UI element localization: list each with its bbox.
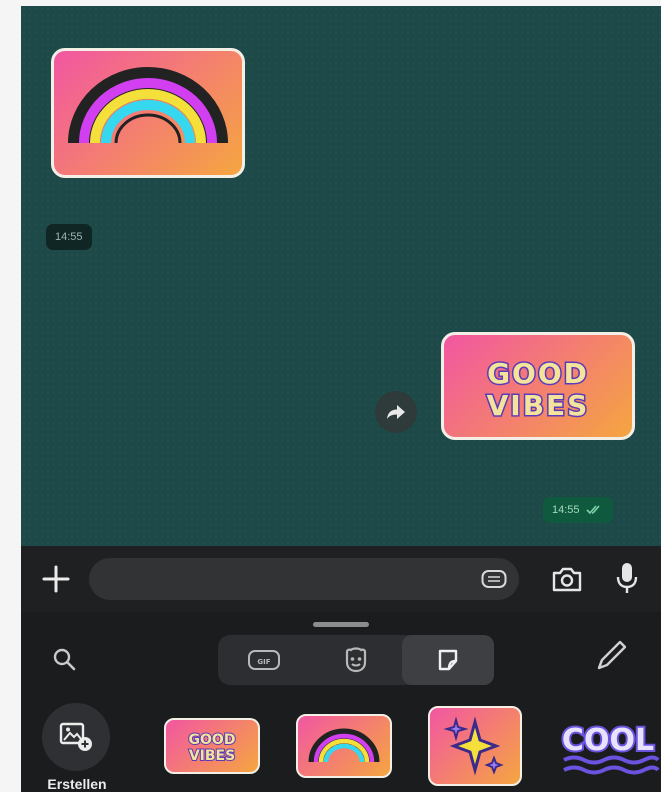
create-sticker-button[interactable] — [42, 703, 110, 771]
avatar-icon — [345, 647, 367, 673]
composer-bar — [21, 546, 661, 612]
rainbow-thumb — [308, 728, 380, 763]
media-tabs: GIF — [218, 635, 494, 685]
chat-screen: 14:55 GOOD VIBES 14:55 GIF Erstellen GOO… — [21, 6, 661, 792]
outgoing-time-text: 14:55 — [552, 504, 580, 516]
message-sticker-rainbow[interactable] — [51, 48, 245, 178]
forward-icon — [387, 405, 405, 419]
camera-button[interactable] — [551, 564, 583, 594]
forward-button[interactable] — [375, 391, 417, 433]
plus-icon — [42, 565, 70, 593]
incoming-message-time: 14:55 — [46, 224, 92, 250]
microphone-icon — [616, 563, 638, 593]
cool-thumb: COOL — [560, 721, 660, 775]
gif-tab-label: GIF — [257, 658, 270, 666]
cool-text: COOL — [562, 723, 654, 758]
tray-sticker-rainbow[interactable] — [296, 714, 392, 778]
good-vibes-thumb: GOOD VIBES — [188, 731, 237, 765]
tray-sticker-cool[interactable]: COOL — [554, 712, 661, 782]
tab-gif[interactable]: GIF — [218, 635, 310, 685]
double-check-icon — [585, 505, 600, 515]
good-vibes-line-1: GOOD — [487, 357, 589, 390]
edit-sticker-button[interactable] — [593, 638, 629, 674]
chat-area[interactable]: 14:55 GOOD VIBES 14:55 — [21, 6, 661, 546]
pencil-icon — [597, 640, 627, 670]
gif-icon: GIF — [248, 650, 280, 670]
attach-button[interactable] — [39, 562, 73, 596]
outgoing-message-time: 14:55 — [543, 497, 613, 523]
add-image-icon — [59, 722, 92, 751]
create-sticker-label: Erstellen — [47, 776, 107, 792]
tray-vibes-line: VIBES — [189, 748, 235, 764]
keyboard-icon — [481, 570, 507, 588]
good-vibes-line-2: VIBES — [487, 389, 590, 422]
sticker-search-button[interactable] — [51, 646, 77, 672]
tray-sticker-good-vibes[interactable]: GOOD VIBES — [164, 718, 260, 774]
tab-stickers[interactable] — [402, 635, 494, 685]
search-icon — [53, 648, 76, 671]
panel-drag-handle[interactable] — [313, 622, 369, 627]
sticker-panel: GIF Erstellen GOOD VIBES COOL — [21, 612, 661, 792]
tab-avatar[interactable] — [310, 635, 402, 685]
good-vibes-image: GOOD VIBES — [485, 356, 590, 424]
incoming-time-text: 14:55 — [55, 231, 83, 243]
message-input[interactable] — [89, 558, 519, 600]
sticker-icon — [438, 649, 458, 671]
rainbow-image — [68, 67, 228, 144]
camera-icon — [552, 567, 582, 592]
sparkle-thumb — [443, 716, 504, 776]
keyboard-button[interactable] — [481, 568, 507, 590]
tray-good-line: GOOD — [189, 732, 236, 748]
microphone-button[interactable] — [615, 560, 639, 596]
message-sticker-good-vibes[interactable]: GOOD VIBES — [441, 332, 635, 440]
tray-sticker-sparkles[interactable] — [428, 706, 522, 786]
